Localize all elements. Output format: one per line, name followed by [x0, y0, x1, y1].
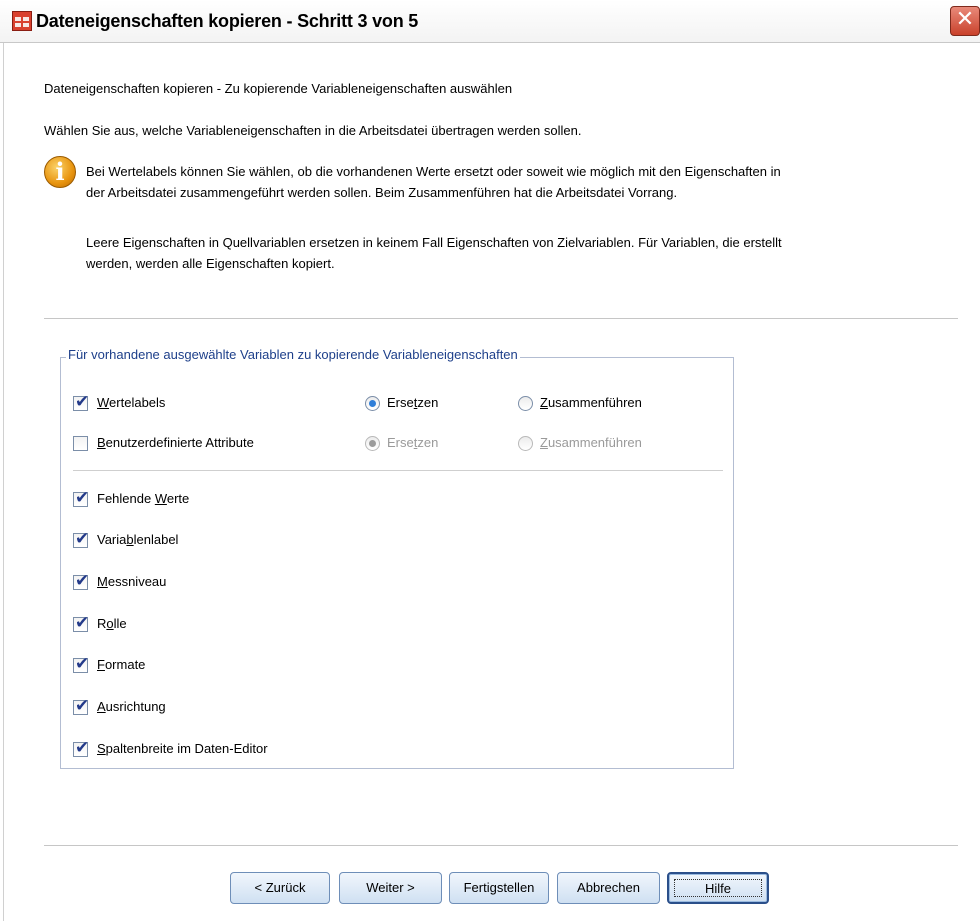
- wertelabels-replace-radio[interactable]: [365, 396, 380, 411]
- variablenlabel-label[interactable]: Variablenlabel: [97, 532, 178, 547]
- info-paragraph-1-line-2: der Arbeitsdatei zusammengeführt werden …: [86, 185, 678, 200]
- checkmark-icon: ✔: [75, 488, 90, 508]
- wertelabels-merge-radio[interactable]: [518, 396, 533, 411]
- rolle-label[interactable]: Rolle: [97, 616, 127, 631]
- attribute-replace-label: Ersetzen: [387, 435, 439, 450]
- ausrichtung-label[interactable]: Ausrichtung: [97, 699, 166, 714]
- info-paragraph-2-line-1: Leere Eigenschaften in Quellvariablen er…: [86, 235, 782, 250]
- title-bar[interactable]: Dateneigenschaften kopieren - Schritt 3 …: [0, 0, 980, 43]
- radio-selected-dot: [369, 440, 376, 447]
- wertelabels-label[interactable]: Wertelabels: [97, 395, 165, 410]
- checkmark-icon: ✔: [75, 529, 90, 549]
- checkmark-icon: ✔: [75, 696, 90, 716]
- info-icon: i: [44, 156, 76, 188]
- ausrichtung-checkbox[interactable]: ✔: [73, 696, 89, 716]
- checkmark-icon: ✔: [75, 571, 90, 591]
- messniveau-checkbox[interactable]: ✔: [73, 571, 89, 591]
- checkmark-icon: ✔: [75, 613, 90, 633]
- attribute-merge-radio: [518, 436, 533, 451]
- fehlende-werte-checkbox[interactable]: ✔: [73, 488, 89, 508]
- next-button[interactable]: Weiter >: [339, 872, 442, 904]
- spaltenbreite-checkbox[interactable]: ✔: [73, 738, 89, 758]
- finish-button[interactable]: Fertigstellen: [449, 872, 549, 904]
- attribute-label[interactable]: Benutzerdefinierte Attribute: [97, 435, 254, 450]
- messniveau-label[interactable]: Messniveau: [97, 574, 166, 589]
- checkmark-icon: ✔: [75, 654, 90, 674]
- formate-label[interactable]: Formate: [97, 657, 145, 672]
- focus-rectangle: [674, 879, 762, 897]
- help-button[interactable]: Hilfe: [667, 872, 769, 904]
- group-inner-divider: [73, 470, 723, 471]
- attribute-checkbox[interactable]: [73, 436, 88, 451]
- checkmark-icon: ✔: [75, 738, 90, 758]
- wertelabels-replace-label[interactable]: Ersetzen: [387, 395, 438, 410]
- cancel-button[interactable]: Abbrechen: [557, 872, 660, 904]
- instruction-text: Wählen Sie aus, welche Variableneigensch…: [44, 123, 582, 138]
- rolle-checkbox[interactable]: ✔: [73, 613, 89, 633]
- top-divider: [44, 318, 958, 319]
- window-left-border: [0, 43, 4, 921]
- spreadsheet-app-icon: [12, 11, 32, 31]
- spaltenbreite-label[interactable]: Spaltenbreite im Daten-Editor: [97, 741, 268, 756]
- checkmark-icon: ✔: [75, 392, 90, 412]
- back-button[interactable]: < Zurück: [230, 872, 330, 904]
- wertelabels-checkbox[interactable]: ✔: [73, 392, 89, 412]
- formate-checkbox[interactable]: ✔: [73, 654, 89, 674]
- dialog-window: Dateneigenschaften kopieren - Schritt 3 …: [0, 0, 980, 921]
- step-header: Dateneigenschaften kopieren - Zu kopiere…: [44, 81, 513, 96]
- variablenlabel-checkbox[interactable]: ✔: [73, 529, 89, 549]
- fehlende-werte-label[interactable]: Fehlende Werte: [97, 491, 189, 506]
- groupbox-title: Für vorhandene ausgewählte Variablen zu …: [66, 347, 520, 362]
- attribute-merge-label: Zusammenführen: [540, 435, 642, 450]
- info-paragraph-2-line-2: werden, werden alle Eigenschaften kopier…: [86, 256, 335, 271]
- bottom-divider: [44, 845, 958, 846]
- info-paragraph-2: Leere Eigenschaften in Quellvariablen er…: [86, 232, 966, 274]
- info-paragraph-1-line-1: Bei Wertelabels können Sie wählen, ob di…: [86, 164, 781, 179]
- info-paragraph-1: Bei Wertelabels können Sie wählen, ob di…: [86, 161, 966, 203]
- close-icon[interactable]: ✕: [950, 6, 980, 36]
- radio-selected-dot: [369, 400, 376, 407]
- window-title: Dateneigenschaften kopieren - Schritt 3 …: [36, 11, 419, 31]
- attribute-replace-radio: [365, 436, 380, 451]
- wertelabels-merge-label[interactable]: Zusammenführen: [540, 395, 642, 410]
